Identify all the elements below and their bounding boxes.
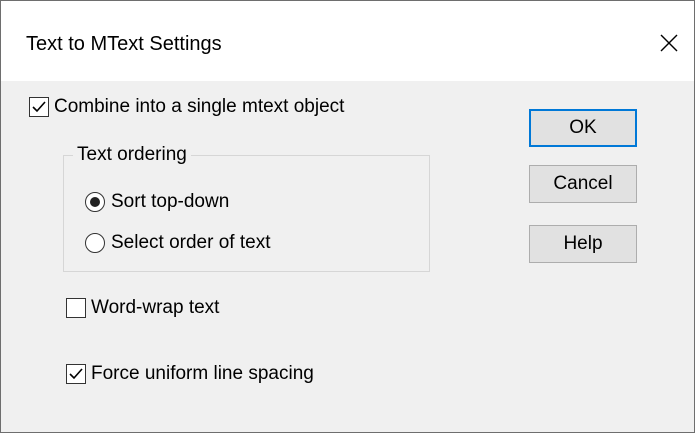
dialog-body: Combine into a single mtext object Text … <box>1 81 694 432</box>
checkmark-icon <box>32 101 46 113</box>
radio-sort-top-down[interactable]: Sort top-down <box>85 191 229 213</box>
close-button[interactable] <box>651 25 687 61</box>
combine-checkbox[interactable]: Combine into a single mtext object <box>29 96 344 118</box>
radio-select-order[interactable]: Select order of text <box>85 232 270 254</box>
uniform-spacing-checkbox[interactable]: Force uniform line spacing <box>66 363 314 385</box>
ok-button[interactable]: OK <box>529 109 637 147</box>
word-wrap-checkbox-label: Word-wrap text <box>91 297 220 318</box>
checkmark-icon <box>69 368 83 380</box>
help-button[interactable]: Help <box>529 225 637 263</box>
radio-selected-dot <box>90 197 100 207</box>
radio-sort-top-down-label: Sort top-down <box>111 191 230 212</box>
radio-select-order-circle[interactable] <box>85 233 105 253</box>
radio-sort-top-down-circle[interactable] <box>85 192 105 212</box>
cancel-button[interactable]: Cancel <box>529 165 637 203</box>
radio-select-order-label: Select order of text <box>111 232 271 253</box>
word-wrap-checkbox-box[interactable] <box>66 298 86 318</box>
title-bar: Text to MText Settings <box>1 1 694 81</box>
uniform-spacing-checkbox-box[interactable] <box>66 364 86 384</box>
combine-checkbox-box[interactable] <box>29 97 49 117</box>
text-to-mtext-dialog: Text to MText Settings Combine into a si… <box>0 0 695 433</box>
text-ordering-group <box>63 155 430 272</box>
text-ordering-title: Text ordering <box>73 144 191 166</box>
combine-checkbox-label: Combine into a single mtext object <box>54 96 345 117</box>
dialog-title: Text to MText Settings <box>26 33 222 55</box>
word-wrap-checkbox[interactable]: Word-wrap text <box>66 297 219 319</box>
uniform-spacing-checkbox-label: Force uniform line spacing <box>91 363 314 384</box>
close-icon <box>660 34 678 52</box>
